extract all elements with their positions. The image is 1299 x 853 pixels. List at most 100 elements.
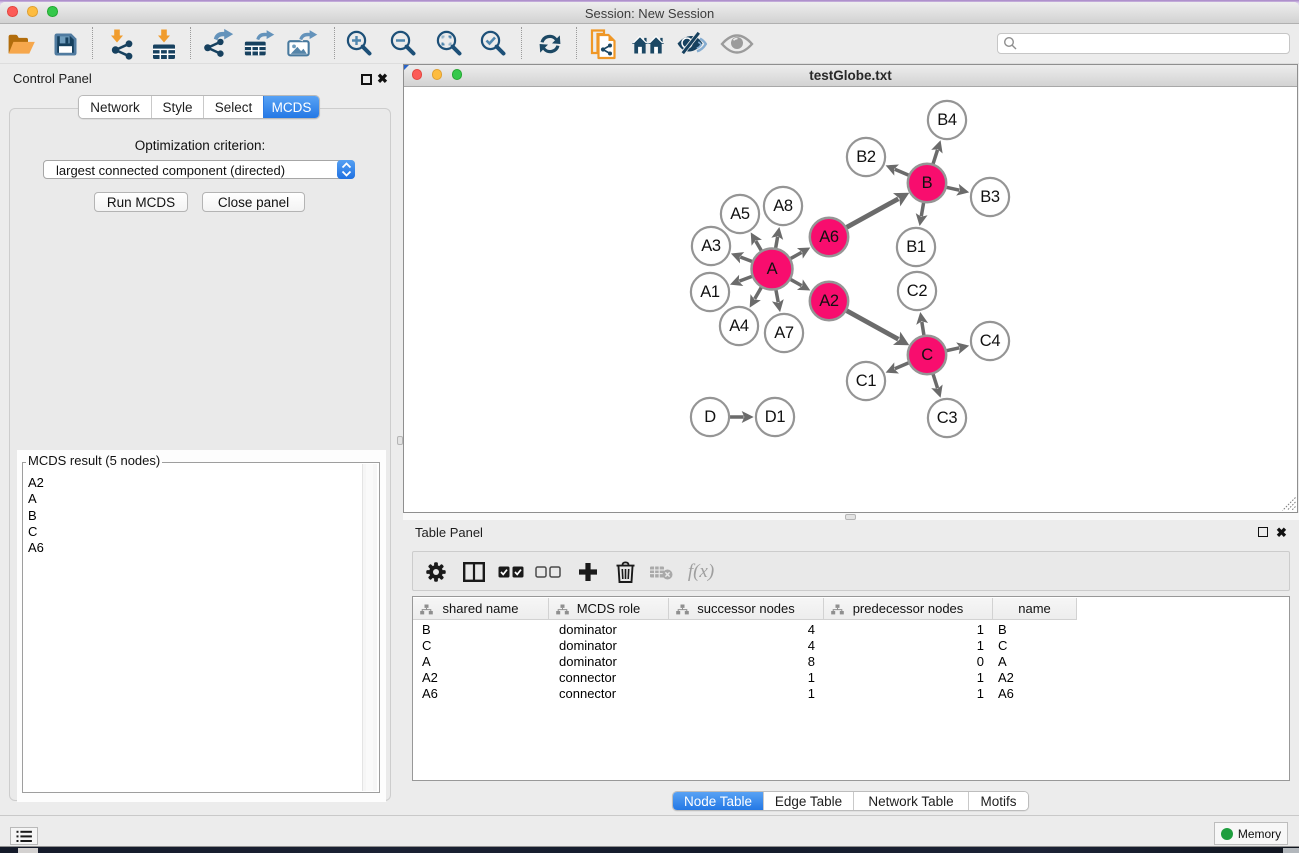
table-settings-button[interactable] [420, 556, 452, 588]
control-panel-float-icon[interactable] [361, 74, 372, 85]
table-row[interactable]: A6connector11A6 [413, 686, 1077, 702]
graph-node-A7[interactable]: A7 [765, 314, 803, 352]
graph-edge-B-B4[interactable] [933, 150, 938, 166]
graph-node-C4[interactable]: C4 [971, 322, 1009, 360]
import-table-button[interactable] [147, 29, 181, 59]
column-header-MCDS-role[interactable]: MCDS role [549, 598, 669, 619]
network-window-titlebar[interactable]: testGlobe.txt [404, 65, 1297, 87]
resize-grip-icon[interactable] [1282, 497, 1296, 511]
export-network-button[interactable] [202, 29, 236, 59]
tab-node-table[interactable]: Node Table [673, 792, 763, 810]
deselect-all-button[interactable] [532, 556, 564, 588]
table-cell: C [413, 637, 549, 653]
node-label: D1 [765, 408, 786, 426]
horizontal-splitter-grip[interactable] [845, 514, 856, 520]
graph-edge-B-B2[interactable] [895, 169, 910, 176]
hide-panel-button[interactable] [675, 29, 709, 59]
column-header-predecessor-nodes[interactable]: predecessor nodes [824, 598, 993, 619]
graph-edge-C-C1[interactable] [895, 362, 910, 369]
refresh-button[interactable] [533, 29, 567, 59]
function-builder-button[interactable]: f(x) [685, 556, 717, 588]
task-history-button[interactable] [10, 827, 38, 845]
table-row[interactable]: Bdominator41B [413, 621, 1077, 637]
column-header-name[interactable]: name [993, 598, 1077, 619]
export-table-button[interactable] [243, 29, 277, 59]
graph-node-C2[interactable]: C2 [898, 272, 936, 310]
graph-node-B[interactable]: B [908, 164, 946, 202]
graph-node-B4[interactable]: B4 [928, 101, 966, 139]
table-cell: A [993, 653, 1077, 669]
zoom-selected-button[interactable] [476, 29, 510, 59]
zoom-fit-button[interactable] [432, 29, 466, 59]
graph-node-A[interactable]: A [752, 249, 793, 290]
graph-edge-C-C4[interactable] [945, 348, 960, 351]
table-row[interactable]: Adominator80A [413, 653, 1077, 669]
run-mcds-button[interactable]: Run MCDS [94, 192, 188, 212]
open-file-button[interactable] [4, 29, 38, 59]
zoom-in-button[interactable] [342, 29, 376, 59]
graph-edge-A6-B[interactable] [845, 199, 898, 228]
graph-node-A5[interactable]: A5 [721, 195, 759, 233]
table-row[interactable]: Cdominator41C [413, 637, 1077, 653]
graph-edge-A-A1[interactable] [739, 276, 753, 281]
import-network-button[interactable] [104, 29, 138, 59]
graph-node-C[interactable]: C [908, 336, 946, 374]
graph-node-D1[interactable]: D1 [756, 398, 794, 436]
result-item[interactable]: C [25, 524, 359, 540]
tab-network[interactable]: Network [79, 96, 151, 118]
graph-node-C1[interactable]: C1 [847, 362, 885, 400]
graph-node-D[interactable]: D [691, 398, 729, 436]
vertical-splitter-grip[interactable] [397, 436, 403, 445]
select-all-button[interactable] [495, 556, 527, 588]
show-hide-panels-button[interactable] [631, 29, 665, 59]
delete-table-button[interactable] [645, 556, 677, 588]
graph-node-A4[interactable]: A4 [720, 307, 758, 345]
graph-edge-B-B1[interactable] [921, 201, 924, 216]
column-header-shared-name[interactable]: shared name [413, 598, 549, 619]
tab-motifs[interactable]: Motifs [968, 792, 1028, 810]
graph-node-A8[interactable]: A8 [764, 187, 802, 225]
graph-node-C3[interactable]: C3 [928, 399, 966, 437]
table-row[interactable]: A2connector11A2 [413, 670, 1077, 686]
graph-edge-B-B3[interactable] [945, 187, 960, 190]
mcds-result-list[interactable]: A2ABCA6 [25, 475, 359, 556]
tab-style[interactable]: Style [151, 96, 203, 118]
graph-node-A1[interactable]: A1 [691, 273, 729, 311]
result-item[interactable]: A6 [25, 540, 359, 556]
tab-network-table[interactable]: Network Table [853, 792, 968, 810]
zoom-out-button[interactable] [386, 29, 420, 59]
table-panel-close-icon[interactable]: ✖ [1276, 525, 1287, 541]
graph-node-B2[interactable]: B2 [847, 138, 885, 176]
optimization-criterion-select[interactable]: largest connected component (directed) [43, 160, 355, 179]
memory-button[interactable]: Memory [1214, 822, 1288, 845]
delete-column-button[interactable] [609, 556, 641, 588]
graph-edge-C-C3[interactable] [933, 372, 938, 388]
tab-edge-table[interactable]: Edge Table [763, 792, 853, 810]
control-panel-close-icon[interactable]: ✖ [377, 71, 388, 87]
tab-select[interactable]: Select [203, 96, 263, 118]
network-canvas[interactable]: B4 B2 B B3 A5A8A6 B1 A3 A A1 C2 A2 A4A7 C4 C C1 C3 D D1 [404, 88, 1297, 512]
search-input[interactable] [997, 33, 1290, 54]
graph-node-B1[interactable]: B1 [897, 228, 935, 266]
graph-node-A3[interactable]: A3 [692, 227, 730, 265]
save-session-button[interactable] [48, 29, 82, 59]
graph-node-A2[interactable]: A2 [810, 282, 848, 320]
close-panel-button[interactable]: Close panel [202, 192, 305, 212]
add-column-button[interactable] [572, 556, 604, 588]
toggle-panes-button[interactable] [458, 556, 490, 588]
result-item[interactable]: A [25, 491, 359, 507]
graph-node-A6[interactable]: A6 [810, 218, 848, 256]
table-panel-float-icon[interactable] [1258, 527, 1268, 537]
graph-edge-A-A4[interactable] [755, 286, 763, 299]
column-header-successor-nodes[interactable]: successor nodes [669, 598, 824, 619]
export-image-button[interactable] [286, 29, 320, 59]
clone-network-button[interactable] [587, 29, 621, 59]
result-scrollbar[interactable] [362, 464, 377, 791]
show-panel-button[interactable] [720, 29, 754, 59]
tab-mcds[interactable]: MCDS [263, 96, 319, 118]
graph-edge-A2-C[interactable] [845, 310, 898, 339]
result-item[interactable]: B [25, 508, 359, 524]
graph-node-B3[interactable]: B3 [971, 178, 1009, 216]
graph-edge-C-C2[interactable] [922, 322, 924, 337]
result-item[interactable]: A2 [25, 475, 359, 491]
